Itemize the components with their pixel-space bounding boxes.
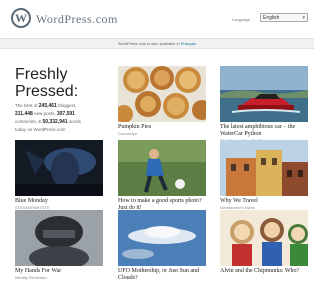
stats-pages: 307,591 xyxy=(56,111,75,117)
language-label: Language: xyxy=(232,17,251,22)
post-thumbnail-sports[interactable] xyxy=(118,140,206,196)
post-thumbnail-travel[interactable] xyxy=(220,140,308,196)
post-title[interactable]: My Hands For War xyxy=(15,268,107,275)
post-thumbnail-watercar[interactable] xyxy=(220,66,308,122)
wordpress-logo-icon[interactable]: W xyxy=(11,8,31,28)
stats-text-1: The best of xyxy=(15,103,38,108)
post-title[interactable]: Why We Travel xyxy=(220,198,312,205)
stats-text-5: today on WordPress.com xyxy=(15,127,66,132)
notice-text: WordPress.com is also available in xyxy=(117,41,180,46)
freshly-pressed-stats: The best of 245,461 bloggers, 211,448 ne… xyxy=(15,102,110,133)
chevron-down-icon: ▾ xyxy=(302,15,305,21)
post-title[interactable]: Pumpkin Pies xyxy=(118,124,210,131)
stats-text-2: bloggers, xyxy=(58,103,77,108)
post-thumbnail-blue-monday[interactable] xyxy=(15,140,103,196)
post-thumbnail-ufo[interactable] xyxy=(118,210,206,266)
post-thumbnail-alvin[interactable] xyxy=(220,210,308,266)
post-blog-name[interactable]: Identity Reviewed xyxy=(15,275,107,280)
stats-words: 50,332,941 xyxy=(42,119,68,125)
post-title[interactable]: UFO Mothership, or Just Sun and Clouds? xyxy=(118,268,210,282)
language-notice-bar: WordPress.com is also available in Franç… xyxy=(0,38,314,49)
post-title[interactable]: Alvin and the Chipmunks: Who? xyxy=(220,268,312,275)
freshly-pressed-line1: Freshly xyxy=(15,66,68,83)
stats-comments-label: comments, & xyxy=(15,119,42,124)
stats-text-3: new posts, xyxy=(34,111,56,116)
post-thumbnail-pies[interactable] xyxy=(118,66,206,122)
freshly-pressed-heading: Freshly Pressed: xyxy=(15,66,110,100)
stats-text-4: words xyxy=(68,119,81,124)
post-title[interactable]: Blue Monday xyxy=(15,198,107,205)
stats-new-posts: 211,448 xyxy=(15,111,33,117)
post-blog-name[interactable]: Curiosidya xyxy=(118,131,210,136)
post-title[interactable]: The latest amphibious car – the WaterCar… xyxy=(220,124,312,138)
language-select[interactable]: English ▾ xyxy=(260,13,308,22)
brand-wordmark[interactable]: WordPress.com xyxy=(36,12,118,27)
notice-language-link[interactable]: Français xyxy=(181,41,196,46)
site-header: W WordPress.com Language: English ▾ xyxy=(0,0,314,38)
freshly-pressed-line2: Pressed: xyxy=(15,83,79,100)
stats-bloggers: 245,461 xyxy=(38,103,57,109)
post-thumbnail-war[interactable] xyxy=(15,210,103,266)
language-select-value: English xyxy=(263,15,280,21)
